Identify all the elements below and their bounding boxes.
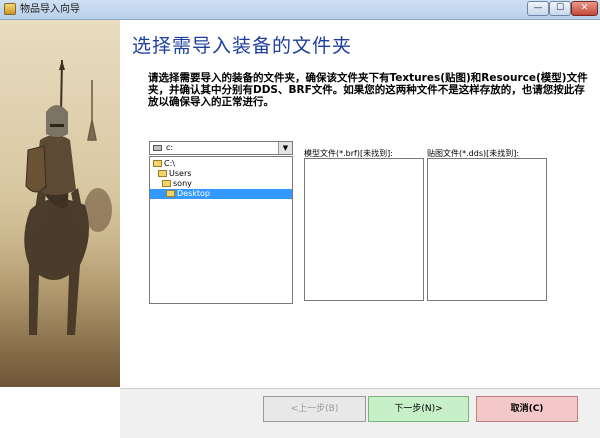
back-button[interactable]: <上一步(B) <box>263 396 366 422</box>
title-bar: 物品导入向导 — ☐ ✕ <box>0 0 600 20</box>
folder-item[interactable]: Users <box>158 169 191 179</box>
drive-select[interactable]: c: ▼ <box>149 141 293 155</box>
folder-list[interactable]: C:\ Users sony Desktop <box>149 156 293 304</box>
minimize-icon[interactable]: — <box>527 1 549 16</box>
folder-icon <box>162 180 171 187</box>
app-icon <box>4 3 16 15</box>
folder-open-icon <box>166 190 175 197</box>
folder-label: Desktop <box>177 189 210 198</box>
model-files-list[interactable] <box>304 158 424 301</box>
folder-icon <box>153 160 162 167</box>
maximize-icon[interactable]: ☐ <box>549 1 571 16</box>
folder-label: Users <box>169 169 192 178</box>
drive-value: c: <box>166 143 174 152</box>
drive-icon <box>153 145 162 151</box>
folder-item[interactable]: C:\ <box>153 159 175 169</box>
folder-item-selected[interactable]: Desktop <box>150 189 292 199</box>
folder-icon <box>158 170 167 177</box>
folder-label: sony <box>173 179 192 188</box>
knight-artwork <box>0 20 120 387</box>
close-icon[interactable]: ✕ <box>571 1 598 16</box>
instructions-text: 请选择需要导入的装备的文件夹，确保该文件夹下有Textures(贴图)和Reso… <box>148 72 588 108</box>
chevron-down-icon[interactable]: ▼ <box>278 142 292 154</box>
folder-label: C:\ <box>164 159 175 168</box>
page-title: 选择需导入装备的文件夹 <box>132 35 353 57</box>
window-title: 物品导入向导 <box>20 4 80 15</box>
next-button[interactable]: 下一步(N)> <box>368 396 469 422</box>
texture-files-list[interactable] <box>427 158 547 301</box>
cancel-button[interactable]: 取消(C) <box>476 396 578 422</box>
folder-item[interactable]: sony <box>162 179 192 189</box>
